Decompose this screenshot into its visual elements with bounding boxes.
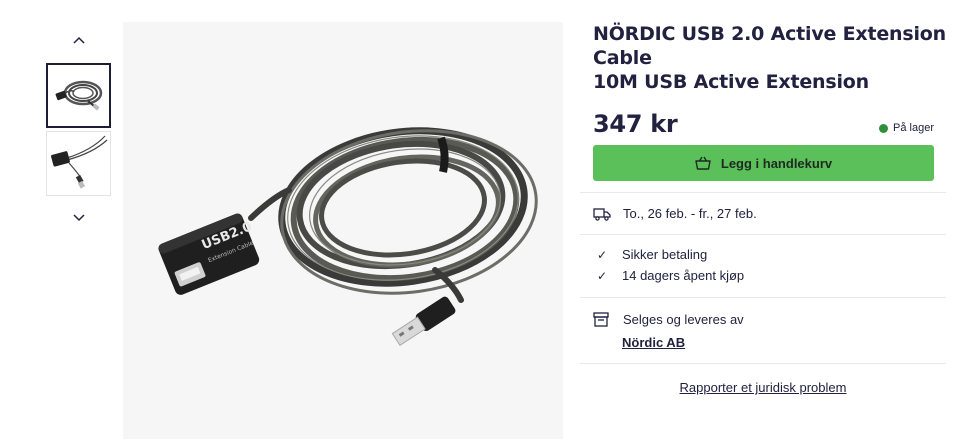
store-icon <box>593 312 609 327</box>
delivery-date: To., 26 feb. - fr., 27 feb. <box>623 206 757 221</box>
report-legal-issue-link[interactable]: Rapporter et juridisk problem <box>580 380 946 395</box>
check-icon: ✓ <box>597 247 608 262</box>
shopping-basket-icon <box>695 156 711 170</box>
report-row: Rapporter et juridisk problem <box>580 363 946 411</box>
thumbnail-2[interactable] <box>46 131 111 196</box>
product-main-image[interactable]: USB2.0 Extension Cable <box>123 22 563 439</box>
usb-cable-coiled-thumbnail <box>55 80 103 111</box>
chevron-up-icon <box>73 36 85 44</box>
benefit-secure-payment: Sikker betaling <box>622 247 708 262</box>
usb-cable-extended-thumbnail <box>51 135 108 189</box>
benefits-row: ✓ Sikker betaling ✓ 14 dagers åpent kjøp <box>580 234 946 297</box>
stock-status: På lager <box>879 122 934 134</box>
product-info-panel: NÖRDIC USB 2.0 Active Extension Cable 10… <box>580 22 946 395</box>
product-title-line-1: NÖRDIC USB 2.0 Active Extension Cable <box>593 23 946 69</box>
gallery-next-button[interactable] <box>46 206 112 230</box>
product-title: NÖRDIC USB 2.0 Active Extension Cable 10… <box>580 22 946 94</box>
gallery-prev-button[interactable] <box>46 28 112 52</box>
thumbnail-1[interactable] <box>46 63 111 128</box>
chevron-down-icon <box>73 214 85 222</box>
truck-icon <box>593 207 611 221</box>
add-to-cart-button[interactable]: Legg i handlekurv <box>593 145 934 181</box>
seller-text: Selges og leveres av <box>623 312 744 327</box>
seller-row: Selges og leveres av Nördic AB <box>580 297 946 363</box>
benefit-open-purchase: 14 dagers åpent kjøp <box>622 268 745 283</box>
stock-status-text: På lager <box>893 122 934 134</box>
add-to-cart-label: Legg i handlekurv <box>720 155 833 171</box>
seller-link[interactable]: Nördic AB <box>622 335 685 350</box>
usb-extension-cable-image: USB2.0 Extension Cable <box>158 127 538 346</box>
delivery-row: To., 26 feb. - fr., 27 feb. <box>580 192 946 234</box>
in-stock-dot-icon <box>879 123 889 133</box>
product-title-line-2: 10M USB Active Extension <box>593 71 869 93</box>
check-icon: ✓ <box>597 268 608 283</box>
